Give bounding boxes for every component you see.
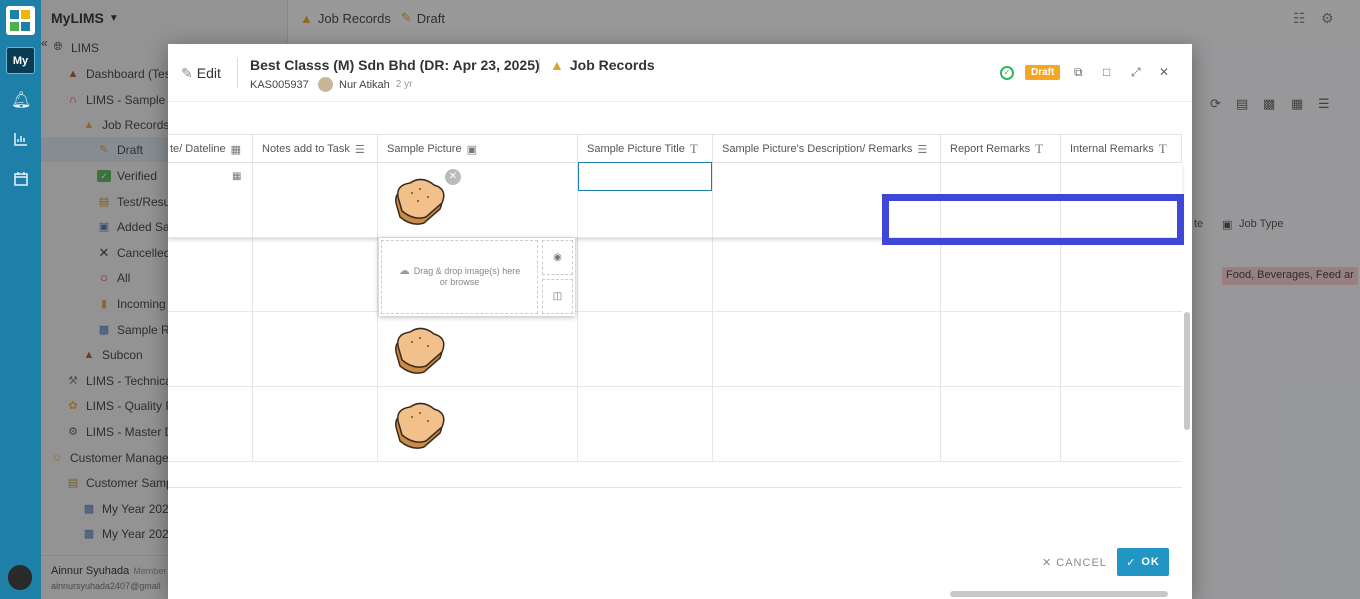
column-header-description[interactable]: Sample Picture's Description/ Remarks ☰ bbox=[713, 135, 941, 163]
app-logo[interactable] bbox=[6, 6, 35, 35]
dateline-cell[interactable]: ▦ bbox=[168, 163, 253, 237]
text-lines-icon: ☰ bbox=[354, 143, 365, 156]
paste-button[interactable]: ◫ bbox=[542, 279, 573, 314]
table-row[interactable] bbox=[168, 312, 1182, 387]
text-type-icon: T bbox=[1035, 141, 1044, 156]
sample-picture-title-input[interactable] bbox=[578, 162, 712, 191]
edit-dialog: ✎ Edit Best Classs (M) Sdn Bhd (DR: Apr 2… bbox=[168, 44, 1192, 599]
sample-picture-cell[interactable] bbox=[378, 387, 578, 461]
column-header-sample-picture[interactable]: Sample Picture ▣ bbox=[378, 135, 578, 163]
comment-icon[interactable]: □ bbox=[1103, 65, 1110, 79]
record-owner: Nur Atikah 2 yr bbox=[318, 77, 412, 92]
close-icon: ✕ bbox=[1042, 557, 1057, 569]
close-icon[interactable]: ✕ bbox=[1159, 65, 1169, 79]
image-icon: ▣ bbox=[466, 143, 477, 156]
flask-icon: ▲ bbox=[550, 57, 564, 73]
camera-button[interactable]: ◉ bbox=[542, 240, 573, 275]
module-name: ▲ Job Records bbox=[550, 57, 655, 73]
text-lines-icon: ☰ bbox=[917, 143, 928, 156]
cloud-upload-icon: ☁︎ bbox=[398, 265, 410, 277]
grid-header: te/ Dateline ▦ Notes add to Task ☰ Sample … bbox=[168, 135, 1182, 163]
vertical-scrollbar[interactable] bbox=[1184, 104, 1190, 584]
cancel-button[interactable]: ✕ CANCEL bbox=[1042, 556, 1107, 569]
column-header-notes[interactable]: Notes add to Task ☰ bbox=[253, 135, 378, 163]
bread-image[interactable] bbox=[390, 173, 452, 229]
check-circle-icon[interactable]: ✓ bbox=[1000, 66, 1014, 80]
status-badge: Draft bbox=[1025, 65, 1061, 80]
avatar bbox=[318, 77, 333, 92]
share-icon[interactable]: ⧉ bbox=[1074, 65, 1083, 80]
dialog-header: ✎ Edit Best Classs (M) Sdn Bhd (DR: Apr 2… bbox=[168, 44, 1192, 102]
dialog-title: Best Classs (M) Sdn Bhd (DR: Apr 23, 202… bbox=[250, 57, 540, 73]
column-header-internal-remarks[interactable]: Internal Remarks T bbox=[1061, 135, 1182, 163]
app-rail: My 🔔︎ bbox=[0, 0, 41, 599]
edit-label: ✎ Edit bbox=[181, 65, 221, 81]
record-age: 2 yr bbox=[395, 79, 413, 90]
horizontal-scrollbar[interactable] bbox=[168, 591, 1178, 597]
my-workspace-button[interactable]: My bbox=[6, 47, 35, 74]
notes-cell[interactable] bbox=[253, 163, 378, 237]
bread-image[interactable] bbox=[390, 322, 452, 378]
column-header-dateline[interactable]: te/ Dateline ▦ bbox=[168, 135, 253, 163]
expand-icon[interactable]: ⤢ bbox=[1131, 65, 1141, 80]
chart-icon[interactable] bbox=[11, 131, 30, 150]
image-drop-zone[interactable]: ☁︎ Drag & drop image(s) here or browse bbox=[381, 240, 538, 314]
table-row[interactable] bbox=[168, 387, 1182, 462]
ok-button[interactable]: ✓ OK bbox=[1117, 548, 1169, 576]
sample-picture-cell[interactable] bbox=[378, 312, 578, 386]
bread-image[interactable] bbox=[390, 397, 452, 453]
browse-link[interactable]: or browse bbox=[440, 277, 480, 288]
table-row[interactable] bbox=[168, 238, 1182, 312]
calendar-icon[interactable] bbox=[11, 171, 30, 190]
edit-icon: ✎ bbox=[181, 65, 193, 81]
check-icon: ✓ bbox=[1126, 556, 1137, 569]
record-id: KAS005937 bbox=[250, 79, 309, 91]
sample-picture-cell[interactable]: ✕ bbox=[378, 163, 578, 237]
highlight-box bbox=[882, 194, 1184, 245]
image-upload-popover: ☁︎ Drag & drop image(s) here or browse ◉ … bbox=[379, 238, 575, 316]
bell-icon[interactable]: 🔔︎ bbox=[11, 91, 31, 110]
column-header-sample-picture-title[interactable]: Sample Picture Title T bbox=[578, 135, 713, 163]
column-header-report-remarks[interactable]: Report Remarks T bbox=[941, 135, 1061, 163]
clipboard-icon: ◫ bbox=[552, 291, 563, 302]
remove-image-icon[interactable]: ✕ bbox=[445, 169, 461, 185]
camera-icon: ◉ bbox=[553, 252, 562, 263]
calendar-icon[interactable]: ▦ bbox=[232, 171, 241, 182]
text-type-icon: T bbox=[689, 141, 698, 156]
text-type-icon: T bbox=[1158, 141, 1167, 156]
calendar-icon: ▦ bbox=[230, 143, 242, 156]
user-avatar[interactable] bbox=[8, 565, 32, 589]
